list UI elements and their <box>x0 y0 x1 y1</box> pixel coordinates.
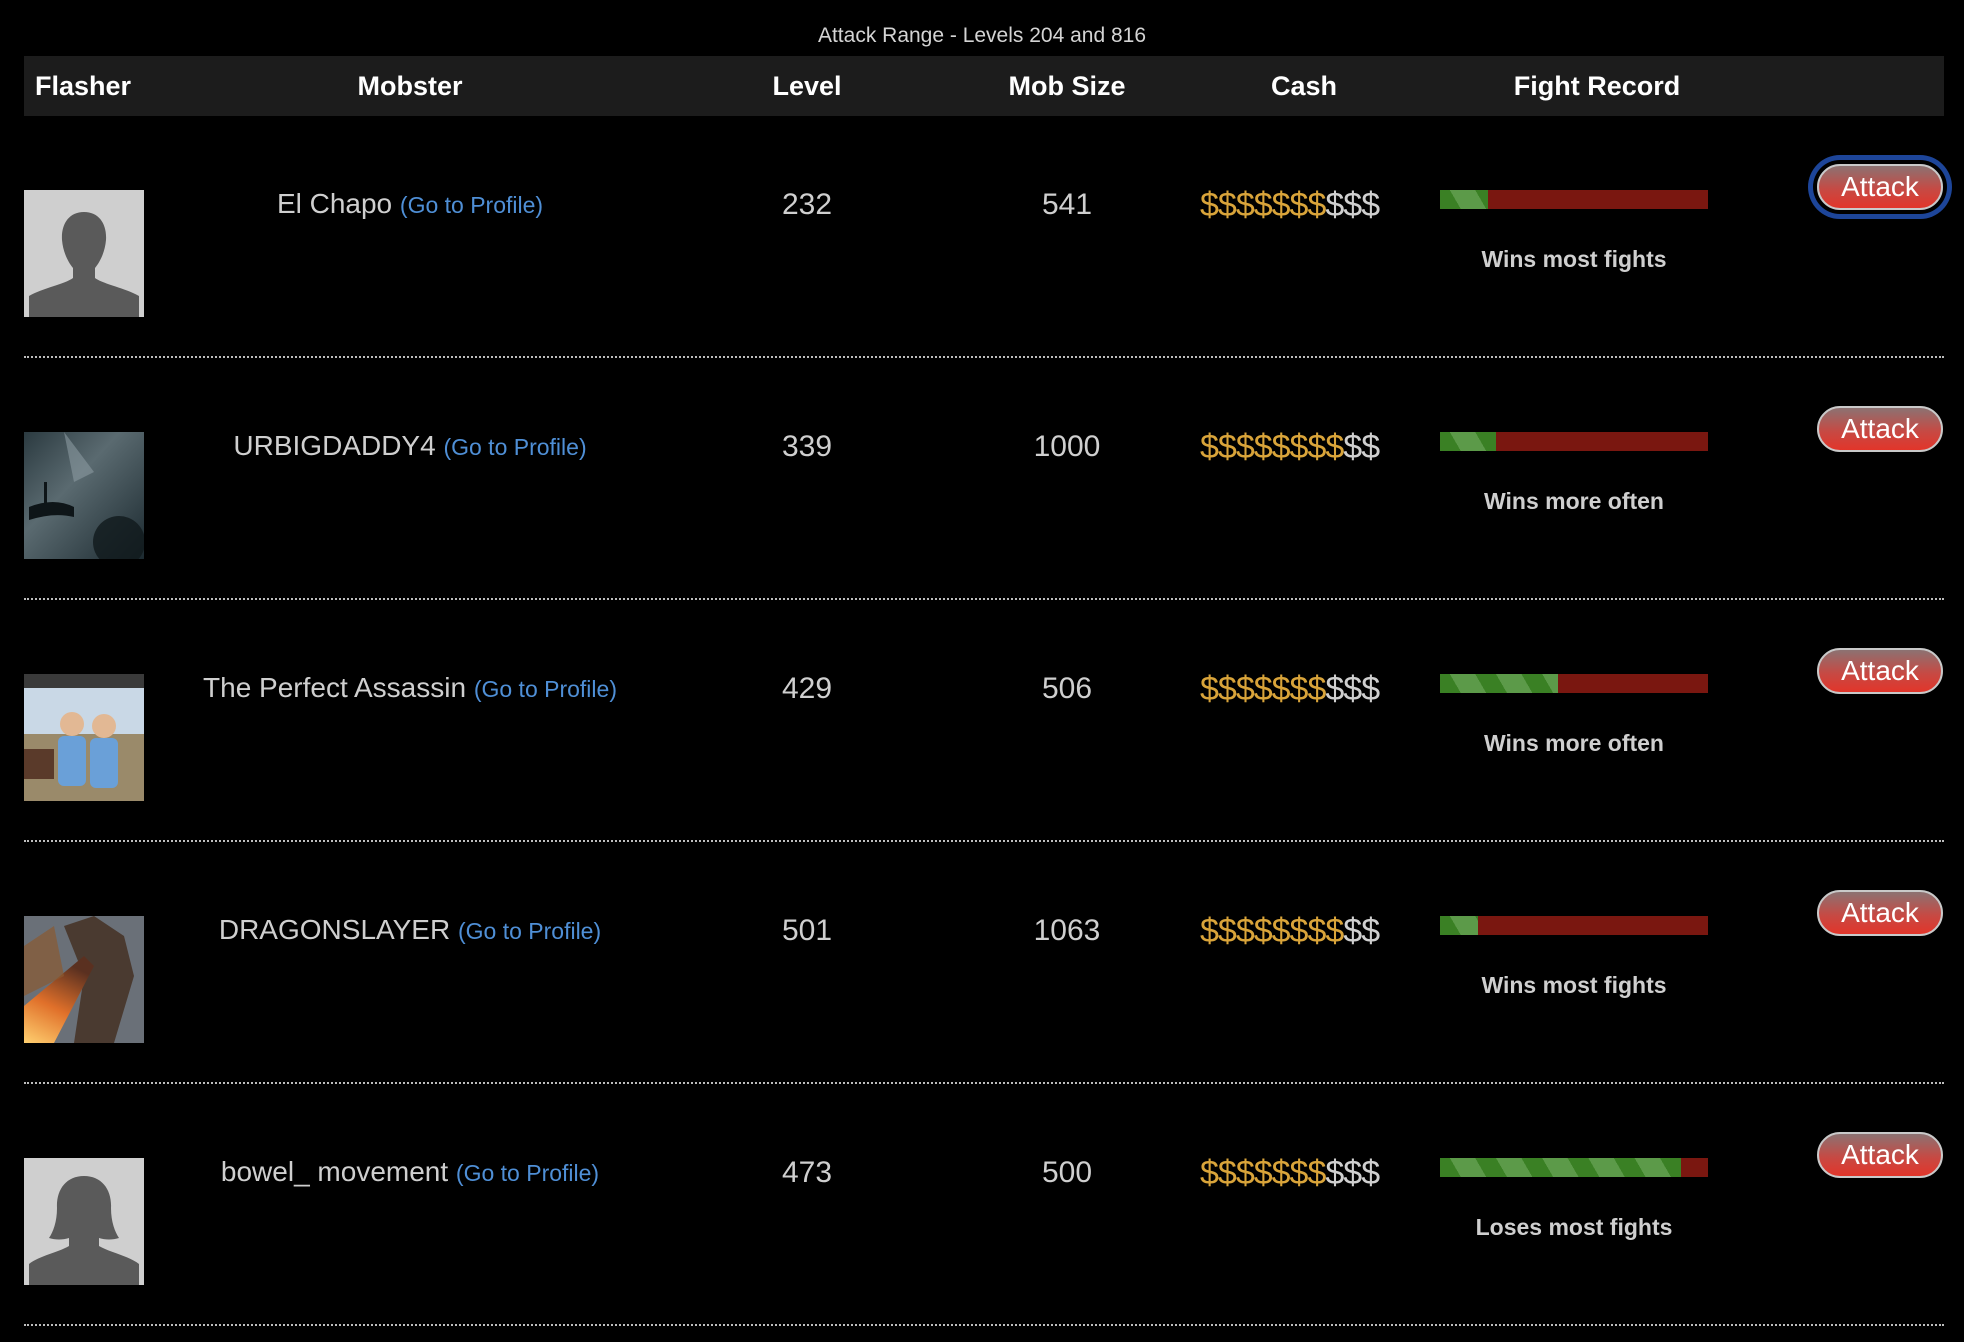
mobster-name-cell: URBIGDADDY4 (Go to Profile) <box>233 430 586 462</box>
avatar[interactable] <box>24 674 144 801</box>
default-female-silhouette-icon <box>24 1158 144 1285</box>
row-divider <box>24 1324 1944 1326</box>
avatar[interactable] <box>24 432 144 559</box>
go-to-profile-link[interactable]: (Go to Profile) <box>456 1160 599 1186</box>
mobster-name: bowel_ movement <box>220 1156 449 1187</box>
attack-button[interactable]: Attack <box>1817 406 1943 452</box>
avatar[interactable] <box>24 1158 144 1285</box>
fight-record-bar-fill <box>1440 190 1489 209</box>
fight-record-bar <box>1440 674 1708 693</box>
cash-rating: $$$$$$$$$$ <box>1200 912 1380 951</box>
table-row: URBIGDADDY4 (Go to Profile) 339 1000 $$$… <box>24 358 1944 600</box>
level-value: 501 <box>781 914 833 947</box>
mob-size-value: 506 <box>1041 672 1093 705</box>
cash-rating: $$$$$$$$$$ <box>1200 1154 1380 1193</box>
column-header-fight-record: Fight Record <box>1513 71 1681 101</box>
cash-rating: $$$$$$$$$$ <box>1200 428 1380 467</box>
mobster-name-cell: El Chapo (Go to Profile) <box>277 188 543 220</box>
fight-record-bar <box>1440 1158 1708 1177</box>
fight-record-label: Wins more often <box>1484 488 1664 514</box>
cash-rating: $$$$$$$$$$ <box>1200 186 1380 225</box>
mobster-name-cell: The Perfect Assassin (Go to Profile) <box>203 672 617 704</box>
mobster-name: URBIGDADDY4 <box>233 430 436 461</box>
mob-size-value: 1063 <box>1033 914 1101 947</box>
cash-empty: $$$ <box>1325 186 1380 224</box>
fight-record-label: Wins most fights <box>1481 972 1667 998</box>
table-row: The Perfect Assassin (Go to Profile) 429… <box>24 600 1944 842</box>
fight-record-label: Wins more often <box>1484 730 1664 756</box>
attack-button[interactable]: Attack <box>1817 890 1943 936</box>
level-value: 473 <box>781 1156 833 1189</box>
go-to-profile-link[interactable]: (Go to Profile) <box>443 434 586 460</box>
column-header-mob-size: Mob Size <box>1008 71 1126 101</box>
table-row: DRAGONSLAYER (Go to Profile) 501 1063 $$… <box>24 842 1944 1084</box>
level-value: 429 <box>781 672 833 705</box>
cash-filled: $$$$$$$$ <box>1200 912 1344 950</box>
table-row: El Chapo (Go to Profile) 232 541 $$$$$$$… <box>24 116 1944 358</box>
mobster-name-cell: bowel_ movement (Go to Profile) <box>221 1156 599 1188</box>
fight-record-label: Wins most fights <box>1481 246 1667 272</box>
two-boys-photo-icon <box>24 674 144 801</box>
cash-empty: $$ <box>1343 428 1380 466</box>
level-value: 339 <box>781 430 833 463</box>
attack-button[interactable]: Attack <box>1817 1132 1943 1178</box>
cash-empty: $$$ <box>1325 670 1380 708</box>
mobster-name: DRAGONSLAYER <box>218 914 451 945</box>
go-to-profile-link[interactable]: (Go to Profile) <box>458 918 601 944</box>
cash-filled: $$$$$$$ <box>1200 1154 1326 1192</box>
column-header-level: Level <box>772 71 842 101</box>
cash-empty: $$$ <box>1325 1154 1380 1192</box>
column-header-mobster: Mobster <box>357 71 463 101</box>
avatar[interactable] <box>24 190 144 317</box>
mobster-name-cell: DRAGONSLAYER (Go to Profile) <box>219 914 601 946</box>
mobster-name: El Chapo <box>276 188 393 219</box>
column-header-cash: Cash <box>1270 71 1338 101</box>
table-header: Flasher Mobster Level Mob Size Cash Figh… <box>24 56 1944 116</box>
cash-filled: $$$$$$$ <box>1200 186 1326 224</box>
default-male-silhouette-icon <box>24 190 144 317</box>
attack-button[interactable]: Attack <box>1817 164 1943 210</box>
cash-empty: $$ <box>1343 912 1380 950</box>
fire-dragon-image-icon <box>24 916 144 1043</box>
column-header-flasher: Flasher <box>35 71 132 101</box>
mobster-name: The Perfect Assassin <box>203 672 467 703</box>
avatar[interactable] <box>24 916 144 1043</box>
cash-rating: $$$$$$$$$$ <box>1200 670 1380 709</box>
stormy-sea-photo-icon <box>24 432 144 559</box>
mob-size-value: 541 <box>1041 188 1093 221</box>
go-to-profile-link[interactable]: (Go to Profile) <box>474 676 617 702</box>
fight-record-bar-fill <box>1440 916 1478 935</box>
fight-record-bar-fill <box>1440 674 1558 693</box>
cash-filled: $$$$$$$ <box>1200 670 1326 708</box>
mob-size-value: 500 <box>1041 1156 1093 1189</box>
fight-record-bar <box>1440 916 1708 935</box>
table-row: bowel_ movement (Go to Profile) 473 500 … <box>24 1084 1944 1326</box>
fight-record-bar-fill <box>1440 432 1497 451</box>
cash-filled: $$$$$$$$ <box>1200 428 1344 466</box>
fight-record-bar <box>1440 432 1708 451</box>
attack-button[interactable]: Attack <box>1817 648 1943 694</box>
fight-record-label: Loses most fights <box>1475 1214 1673 1240</box>
fight-record-bar-fill <box>1440 1158 1682 1177</box>
fight-record-bar <box>1440 190 1708 209</box>
mob-size-value: 1000 <box>1033 430 1101 463</box>
level-value: 232 <box>781 188 833 221</box>
attack-range-title: Attack Range - Levels 204 and 816 <box>817 24 1147 47</box>
go-to-profile-link[interactable]: (Go to Profile) <box>400 192 543 218</box>
